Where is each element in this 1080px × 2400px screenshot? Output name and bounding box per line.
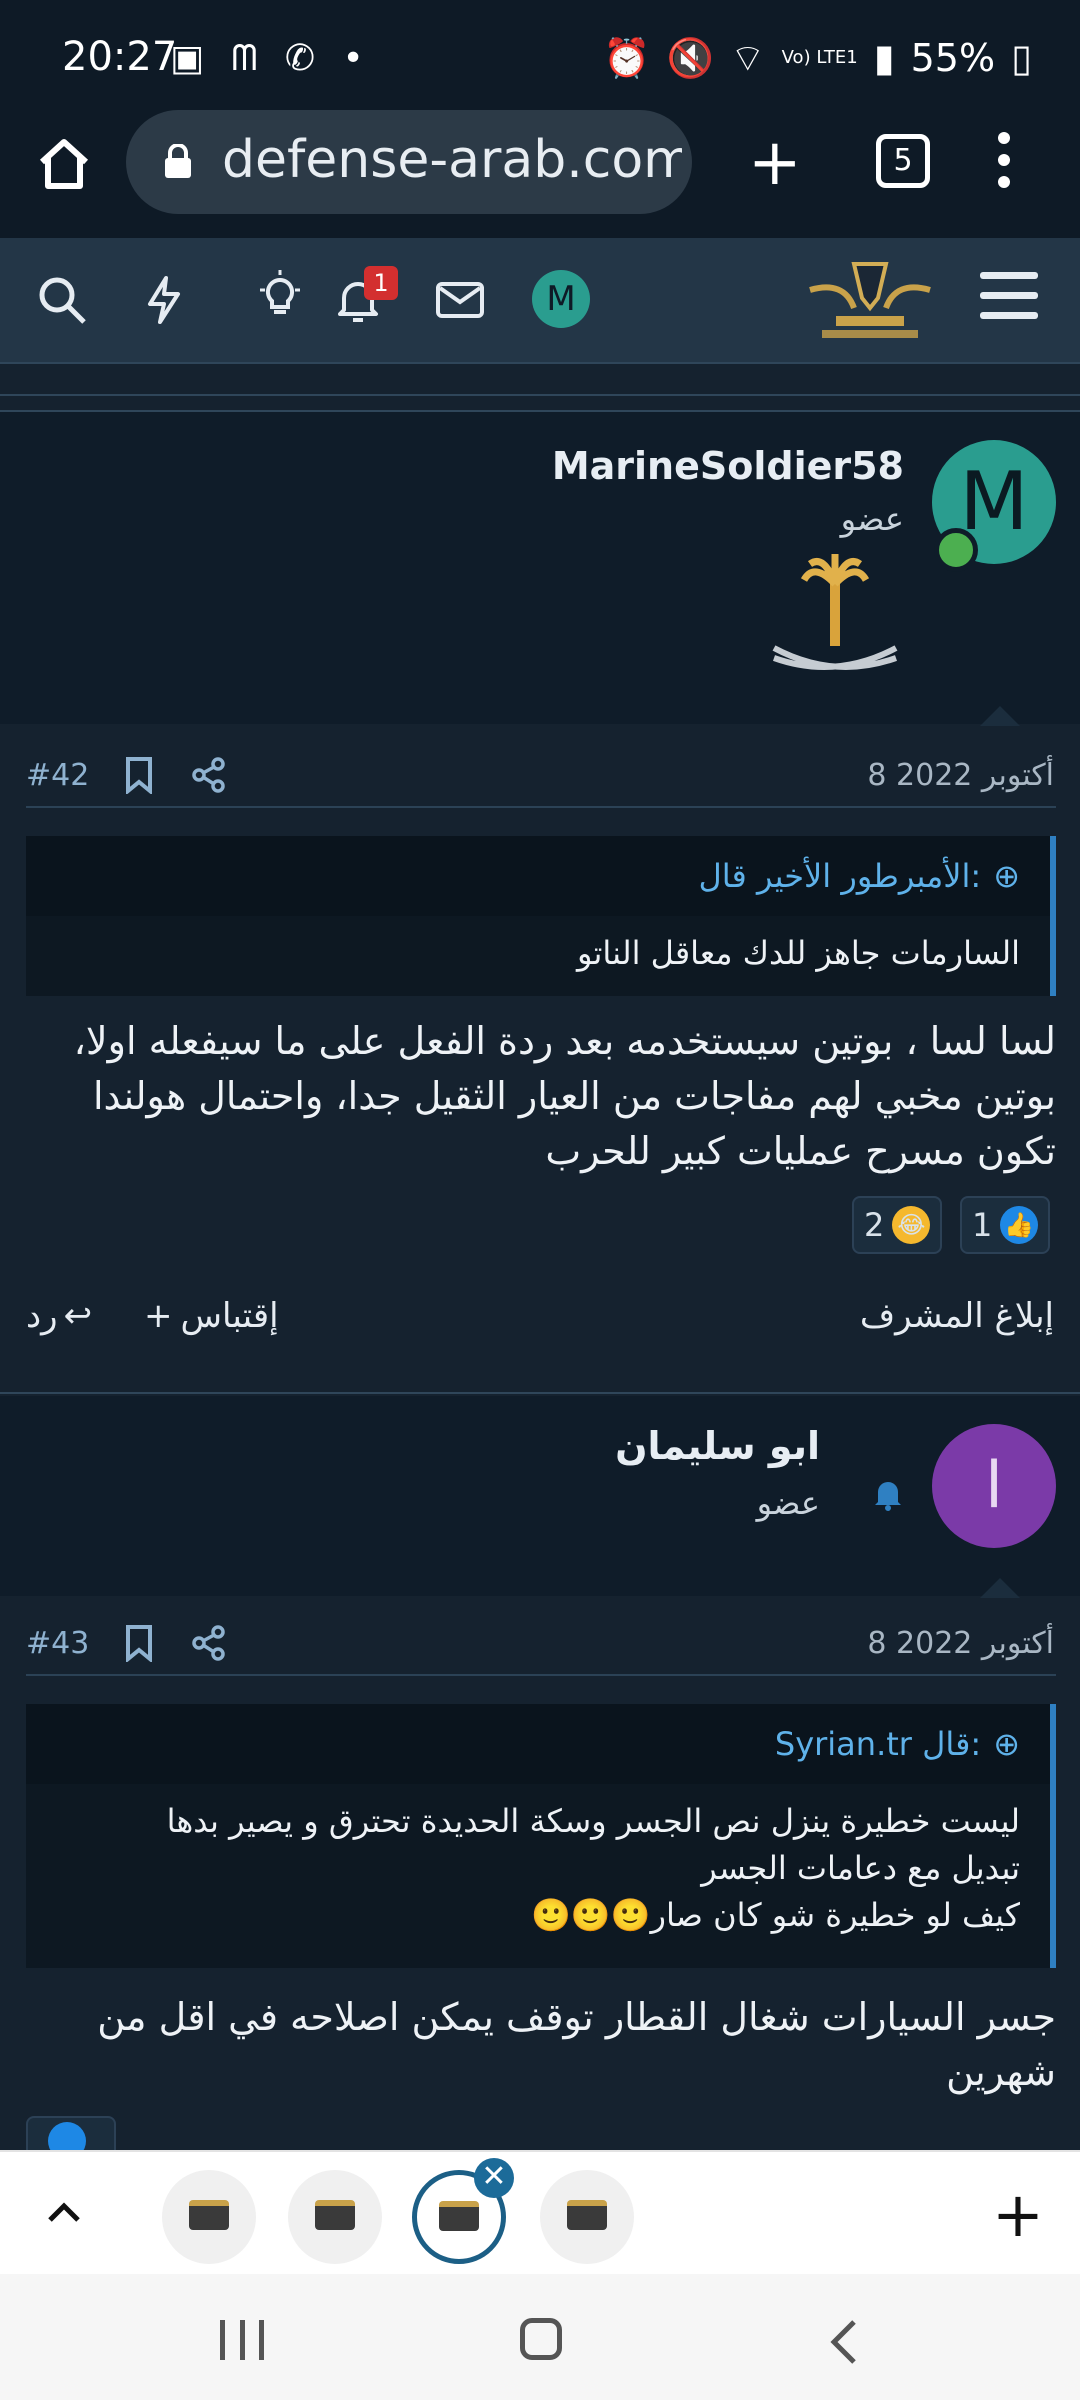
quote-header[interactable]: الأمبرطور الأخير قال: ⊕ bbox=[26, 836, 1050, 916]
quote-line: ليست خطيرة ينزل نص الجسر وسكة الحديدة تح… bbox=[166, 1802, 1020, 1840]
tab-switcher-button[interactable]: 5 bbox=[876, 134, 930, 188]
divider bbox=[0, 1392, 1080, 1394]
post-user-role: عضو bbox=[840, 500, 904, 538]
quote-author[interactable]: الأمبرطور الأخير قال: bbox=[698, 857, 981, 895]
battery-percent: 55% bbox=[910, 36, 996, 80]
new-tab-button[interactable]: + bbox=[992, 2178, 1044, 2251]
share-icon[interactable] bbox=[190, 756, 228, 794]
share-icon[interactable] bbox=[190, 1624, 228, 1662]
post-username[interactable]: MarineSoldier58 bbox=[552, 444, 904, 488]
url-field[interactable]: defense-arab.com/ bbox=[126, 110, 692, 214]
laugh-icon: 😂 bbox=[892, 1206, 931, 1244]
post-date[interactable]: 8 أكتوبر 2022 bbox=[867, 1626, 1054, 1661]
home-button[interactable] bbox=[520, 2318, 562, 2360]
recent-apps-button[interactable] bbox=[220, 2320, 264, 2360]
site-logo-icon bbox=[315, 2200, 355, 2230]
quote-label: إقتباس bbox=[180, 1296, 279, 1336]
back-button[interactable] bbox=[826, 2318, 860, 2366]
reply-label: رد bbox=[26, 1296, 58, 1336]
user-avatar-menu[interactable]: M bbox=[532, 270, 590, 328]
report-link[interactable]: إبلاغ المشرف bbox=[860, 1296, 1054, 1336]
online-status-icon bbox=[934, 528, 978, 572]
quote-text: السارمات جاهز للدك معاقل الناتو bbox=[576, 934, 1020, 972]
status-bar: 20:27 ▣ ᗰ ✆ • ⏰ 🔇 ⌔ Vo) LTE1 ▮ 55% ▯ bbox=[0, 0, 1080, 110]
bookmark-icon[interactable] bbox=[122, 1624, 156, 1662]
reply-icon: ↩ bbox=[63, 1296, 93, 1336]
search-icon[interactable] bbox=[34, 272, 90, 328]
home-icon[interactable] bbox=[34, 134, 94, 194]
post-user-block bbox=[0, 412, 1080, 724]
bookmark-icon[interactable] bbox=[122, 756, 156, 794]
arrow-up-circle-icon[interactable]: ⊕ bbox=[993, 1725, 1020, 1763]
wifi-icon: ⌔ bbox=[729, 36, 766, 80]
reaction-count: 2 bbox=[864, 1206, 885, 1244]
like-icon: 👍 bbox=[1000, 1206, 1039, 1244]
post-number[interactable]: #42 bbox=[26, 758, 89, 793]
alarm-icon: ⏰ bbox=[603, 35, 651, 80]
post-avatar[interactable]: ا bbox=[932, 1424, 1056, 1548]
saudi-emblem-icon bbox=[772, 554, 898, 670]
lightning-icon[interactable] bbox=[136, 272, 192, 328]
chevron-up-icon[interactable] bbox=[44, 2192, 84, 2232]
quote-block: الأمبرطور الأخير قال: ⊕ السارمات جاهز لل… bbox=[26, 836, 1056, 996]
quote-line: تبديل مع دعامات الجسر bbox=[701, 1849, 1020, 1887]
quote-text: ليست خطيرة ينزل نص الجسر وسكة الحديدة تح… bbox=[26, 1784, 1050, 1957]
quote-block: Syrian.tr قال: ⊕ ليست خطيرة ينزل نص الجس… bbox=[26, 1704, 1056, 1968]
post-user-block bbox=[0, 1396, 1080, 1596]
site-logo-icon bbox=[189, 2200, 229, 2230]
tab-thumbnail[interactable] bbox=[288, 2170, 382, 2264]
reaction-laugh[interactable]: 2 😂 bbox=[852, 1196, 943, 1254]
post-date[interactable]: 8 أكتوبر 2022 bbox=[867, 758, 1054, 793]
divider bbox=[26, 806, 1056, 808]
quote-button[interactable]: + إقتباس bbox=[144, 1296, 279, 1336]
reaction-like[interactable]: 1 👍 bbox=[960, 1196, 1051, 1254]
post-user-role: عضو bbox=[756, 1484, 820, 1522]
lock-icon bbox=[165, 144, 191, 178]
hamburger-menu-button[interactable] bbox=[980, 272, 1038, 332]
site-logo-icon bbox=[439, 2201, 479, 2231]
plus-icon: + bbox=[144, 1296, 173, 1336]
post-number[interactable]: #43 bbox=[26, 1626, 89, 1661]
arrow-up-circle-icon[interactable]: ⊕ bbox=[993, 857, 1020, 895]
system-nav-bar bbox=[0, 2274, 1080, 2400]
divider bbox=[0, 410, 1080, 412]
quote-header[interactable]: Syrian.tr قال: ⊕ bbox=[26, 1704, 1050, 1784]
notification-badge: 1 bbox=[364, 266, 398, 300]
browser-toolbar: defense-arab.com/ + 5 bbox=[0, 110, 1080, 238]
new-tab-button[interactable]: + bbox=[748, 126, 802, 200]
battery-icon: ▯ bbox=[1011, 36, 1032, 80]
status-notification-icons: ▣ ᗰ ✆ • bbox=[170, 38, 372, 79]
quote-line: كيف لو خطيرة شو كان صار🙂🙂🙂 bbox=[531, 1896, 1020, 1934]
status-right-icons: ⏰ 🔇 ⌔ Vo) LTE1 ▮ 55% ▯ bbox=[603, 34, 1032, 82]
reply-button[interactable]: رد ↩ bbox=[26, 1296, 92, 1336]
post-username[interactable]: ابو سليمان bbox=[615, 1424, 820, 1468]
network-label: Vo) LTE1 bbox=[781, 47, 858, 68]
browser-tab-strip: + bbox=[0, 2150, 1080, 2274]
quote-author[interactable]: Syrian.tr قال: bbox=[775, 1725, 981, 1763]
tab-thumbnail[interactable] bbox=[162, 2170, 256, 2264]
site-logo[interactable] bbox=[804, 250, 936, 352]
status-time: 20:27 bbox=[62, 34, 178, 80]
divider bbox=[0, 394, 1080, 396]
close-tab-icon[interactable]: ✕ bbox=[474, 2158, 514, 2198]
reaction-like[interactable] bbox=[26, 2116, 116, 2160]
reaction-count: 1 bbox=[972, 1206, 993, 1244]
divider bbox=[26, 1674, 1056, 1676]
site-logo-icon bbox=[567, 2200, 607, 2230]
browser-menu-button[interactable] bbox=[998, 132, 1016, 198]
tab-thumbnail[interactable] bbox=[540, 2170, 634, 2264]
mail-icon[interactable] bbox=[432, 272, 488, 328]
bell-icon[interactable] bbox=[870, 1476, 906, 1512]
lightbulb-icon[interactable] bbox=[252, 268, 308, 324]
mute-icon: 🔇 bbox=[666, 35, 714, 80]
post-body: لسا لسا ، بوتين سيستخدمه بعد ردة الفعل ع… bbox=[73, 1019, 1056, 1173]
signal-icon: ▮ bbox=[873, 36, 895, 80]
url-text: defense-arab.com/ bbox=[222, 130, 682, 190]
post-body: جسر السيارات شغال القطار توقف يمكن اصلاح… bbox=[97, 1995, 1056, 2094]
